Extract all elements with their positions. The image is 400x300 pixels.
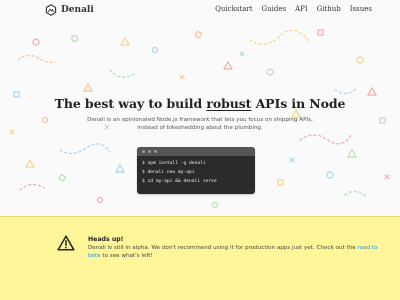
terminal-line: $ npm install -g denali xyxy=(142,161,206,166)
site-header: Denali Quickstart Guides API Github Issu… xyxy=(0,0,400,22)
terminal-title-bar xyxy=(137,147,255,156)
hero-title-part: APIs in Node xyxy=(251,96,346,111)
nav-link-quickstart[interactable]: Quickstart xyxy=(215,5,252,13)
hero-subtitle: Denali is an opinionated Node.js framewo… xyxy=(87,117,313,132)
main-nav: Quickstart Guides API Github Issues xyxy=(215,5,372,13)
hexagon-mountain-icon xyxy=(45,4,57,16)
terminal-window: $ npm install -g denali $ denali new my-… xyxy=(137,147,255,194)
nav-link-guides[interactable]: Guides xyxy=(262,5,287,13)
terminal-line: $ denali new my-api xyxy=(142,170,195,175)
banner-body: Denali is still in alpha. We don't recom… xyxy=(88,244,388,261)
terminal-body: $ npm install -g denali $ denali new my-… xyxy=(137,156,255,189)
window-dot-icon xyxy=(148,150,151,153)
hero-title-emphasis: robust xyxy=(206,96,252,111)
warning-triangle-icon xyxy=(57,235,75,251)
banner-body-text: to see what's left! xyxy=(100,253,153,260)
logo[interactable]: Denali xyxy=(45,4,94,16)
terminal-line: $ cd my-api && denali serve xyxy=(142,179,217,184)
hero-title: The best way to build robust APIs in Nod… xyxy=(0,96,400,111)
nav-link-github[interactable]: Github xyxy=(317,5,341,13)
alpha-warning-banner: Heads up! Denali is still in alpha. We d… xyxy=(0,216,400,300)
window-dot-icon xyxy=(154,150,157,153)
banner-title: Heads up! xyxy=(88,236,124,243)
nav-link-issues[interactable]: Issues xyxy=(350,5,372,13)
hero: The best way to build robust APIs in Nod… xyxy=(0,96,400,133)
banner-body-text: Denali is still in alpha. We don't recom… xyxy=(88,245,358,251)
hero-title-part: The best way to build xyxy=(54,96,207,111)
banner-text: Heads up! Denali is still in alpha. We d… xyxy=(88,236,388,261)
window-dot-icon xyxy=(142,150,145,153)
nav-link-api[interactable]: API xyxy=(295,5,308,13)
logo-text: Denali xyxy=(61,5,94,15)
